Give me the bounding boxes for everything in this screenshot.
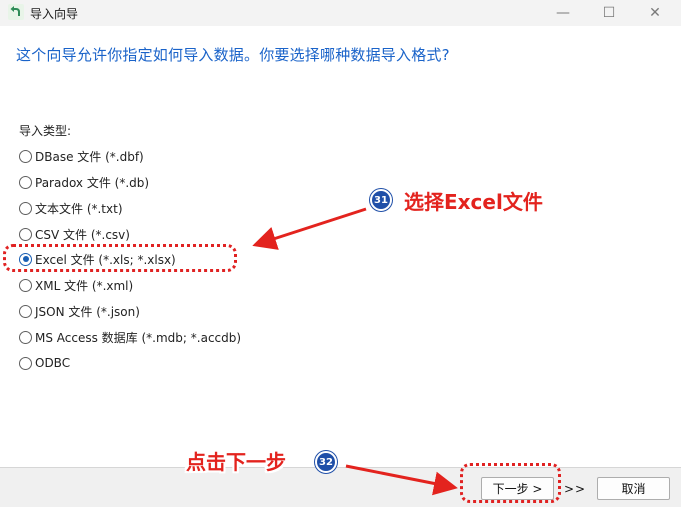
radio-dbase[interactable]: DBase 文件 (*.dbf) <box>19 147 144 165</box>
radio-label: Paradox 文件 (*.db) <box>35 175 150 190</box>
radio-label: JSON 文件 (*.json) <box>35 304 140 319</box>
radio-circle[interactable] <box>19 227 32 241</box>
radio-label: XML 文件 (*.xml) <box>35 278 134 293</box>
radio-label: MS Access 数据库 (*.mdb; *.accdb) <box>35 330 242 345</box>
step-badge-31: 31 <box>370 189 392 211</box>
radio-circle[interactable] <box>19 278 32 292</box>
radio-circle[interactable] <box>19 304 32 318</box>
radio-label: CSV 文件 (*.csv) <box>35 227 130 242</box>
minimize-button[interactable]: — <box>540 0 586 26</box>
radio-circle[interactable] <box>19 330 32 344</box>
radio-ms-access[interactable]: MS Access 数据库 (*.mdb; *.accdb) <box>19 328 241 346</box>
skip-to-end-button[interactable]: >> <box>560 477 590 500</box>
import-type-label: 导入类型: <box>19 124 72 138</box>
back-arrow-icon <box>8 4 24 20</box>
cancel-button[interactable]: 取消 <box>597 477 670 500</box>
radio-circle[interactable] <box>19 149 32 163</box>
radio-circle[interactable] <box>19 356 32 370</box>
excel-highlight-box <box>3 244 237 272</box>
close-button[interactable]: ✕ <box>632 0 678 26</box>
radio-label: DBase 文件 (*.dbf) <box>35 149 144 164</box>
step-badge-32: 32 <box>315 451 337 473</box>
maximize-button[interactable]: ☐ <box>586 0 632 26</box>
callout-click-next: 点击下一步 <box>186 450 286 474</box>
callout-select-excel: 选择Excel文件 <box>404 190 543 214</box>
radio-csv[interactable]: CSV 文件 (*.csv) <box>19 225 130 243</box>
title-bar: 导入向导 — ☐ ✕ <box>0 0 681 26</box>
radio-json[interactable]: JSON 文件 (*.json) <box>19 302 140 320</box>
next-highlight-box <box>460 463 561 503</box>
wizard-heading: 这个向导允许你指定如何导入数据。你要选择哪种数据导入格式? <box>16 46 450 64</box>
radio-circle[interactable] <box>19 201 32 215</box>
radio-xml[interactable]: XML 文件 (*.xml) <box>19 276 133 294</box>
radio-label: ODBC <box>35 356 71 370</box>
radio-odbc[interactable]: ODBC <box>19 354 70 372</box>
radio-text[interactable]: 文本文件 (*.txt) <box>19 199 123 217</box>
arrow-to-excel-option <box>252 207 367 250</box>
window-title: 导入向导 <box>30 7 79 21</box>
radio-label: 文本文件 (*.txt) <box>35 201 123 216</box>
radio-circle[interactable] <box>19 175 32 189</box>
radio-paradox[interactable]: Paradox 文件 (*.db) <box>19 173 149 191</box>
